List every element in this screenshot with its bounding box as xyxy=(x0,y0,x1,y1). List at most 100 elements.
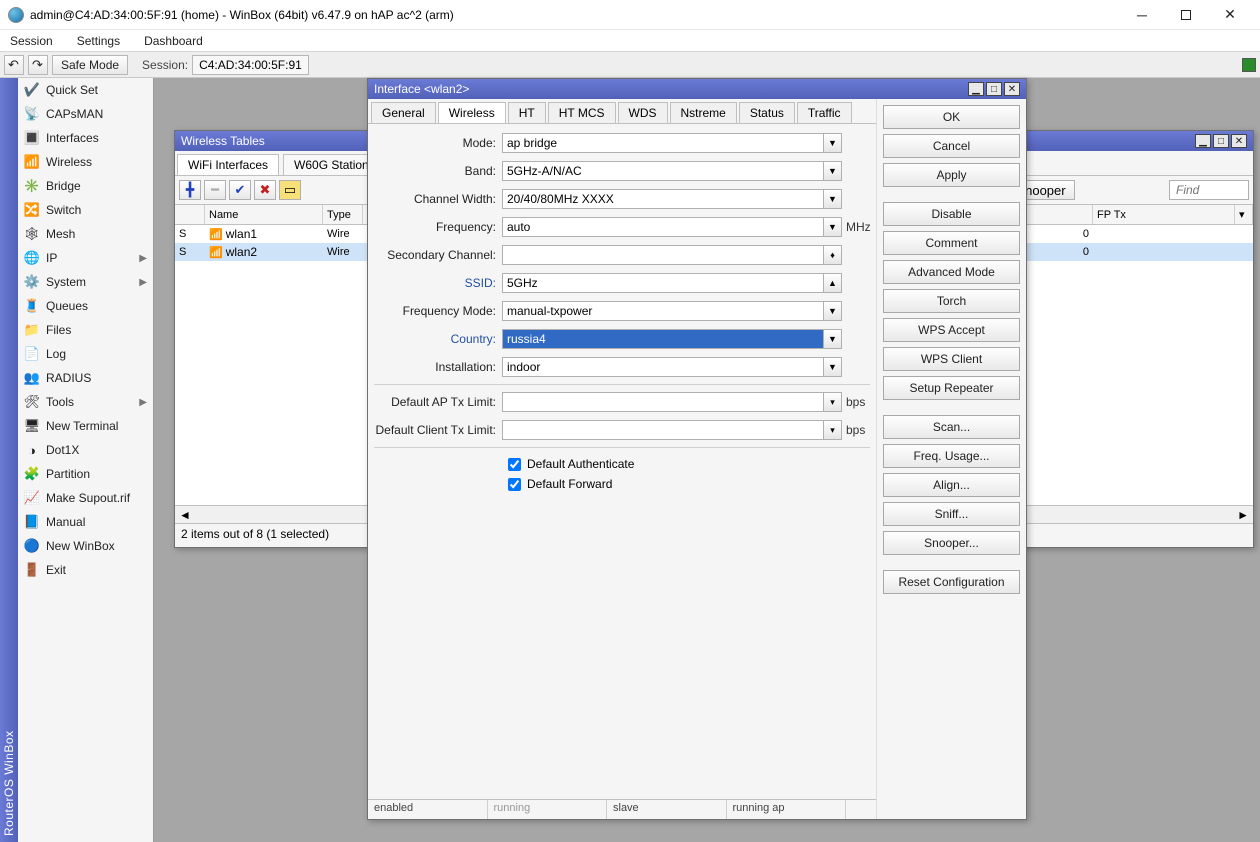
sidebar-item-queues[interactable]: 🧵Queues xyxy=(18,294,153,318)
client-tx-field[interactable] xyxy=(502,420,824,440)
menu-settings[interactable]: Settings xyxy=(73,32,124,50)
chevron-down-icon[interactable]: ▼ xyxy=(824,189,842,209)
add-button[interactable]: ╋ xyxy=(179,180,201,200)
frequency-field[interactable]: auto xyxy=(502,217,824,237)
country-field[interactable]: russia4 xyxy=(502,329,824,349)
chevron-down-icon[interactable]: ▼ xyxy=(824,329,842,349)
sidebar-item-files[interactable]: 📁Files xyxy=(18,318,153,342)
col-fptx[interactable]: FP Tx xyxy=(1093,205,1235,224)
maximize-button[interactable] xyxy=(1164,1,1208,29)
sidebar-item-interfaces[interactable]: 🔳Interfaces xyxy=(18,126,153,150)
chevron-down-icon[interactable]: ▾ xyxy=(824,420,842,440)
scroll-left-icon[interactable]: ◄ xyxy=(179,508,191,522)
ok-button[interactable]: OK xyxy=(883,105,1020,129)
scroll-right-icon[interactable]: ► xyxy=(1237,508,1249,522)
reset-configuration-button[interactable]: Reset Configuration xyxy=(883,570,1020,594)
chevron-down-icon[interactable]: ▼ xyxy=(824,161,842,181)
window-max-icon[interactable]: □ xyxy=(986,82,1002,96)
minimize-button[interactable]: ─ xyxy=(1120,1,1164,29)
sidebar-item-bridge[interactable]: ✳️Bridge xyxy=(18,174,153,198)
tab-wds[interactable]: WDS xyxy=(618,102,668,123)
redo-button[interactable]: ↷ xyxy=(28,55,48,75)
tab-status[interactable]: Status xyxy=(739,102,795,123)
tab-ht-mcs[interactable]: HT MCS xyxy=(548,102,616,123)
advanced-mode-button[interactable]: Advanced Mode xyxy=(883,260,1020,284)
chevron-down-icon[interactable]: ▼ xyxy=(824,301,842,321)
enable-button[interactable]: ✔ xyxy=(229,180,251,200)
sniff-button[interactable]: Sniff... xyxy=(883,502,1020,526)
tab-general[interactable]: General xyxy=(371,102,436,123)
freq-mode-field[interactable]: manual-txpower xyxy=(502,301,824,321)
spinner-icon[interactable]: ♦ xyxy=(824,245,842,265)
chevron-down-icon[interactable]: ▼ xyxy=(824,217,842,237)
window-min-icon[interactable]: ▁ xyxy=(968,82,984,96)
setup-repeater-button[interactable]: Setup Repeater xyxy=(883,376,1020,400)
freq-usage-button[interactable]: Freq. Usage... xyxy=(883,444,1020,468)
installation-field[interactable]: indoor xyxy=(502,357,824,377)
sidebar-item-new-terminal[interactable]: 🖥New Terminal xyxy=(18,414,153,438)
sidebar-item-tools[interactable]: 🛠Tools▶ xyxy=(18,390,153,414)
sidebar-item-manual[interactable]: 📘Manual xyxy=(18,510,153,534)
comment-button[interactable]: Comment xyxy=(883,231,1020,255)
scan-button[interactable]: Scan... xyxy=(883,415,1020,439)
chevron-up-icon[interactable]: ▲ xyxy=(824,273,842,293)
sidebar-item-capsman[interactable]: 📡CAPsMAN xyxy=(18,102,153,126)
align-button[interactable]: Align... xyxy=(883,473,1020,497)
disable-button[interactable]: Disable xyxy=(883,202,1020,226)
sidebar-item-ip[interactable]: 🌐IP▶ xyxy=(18,246,153,270)
ssid-field[interactable]: 5GHz xyxy=(502,273,824,293)
chevron-down-icon[interactable]: ▼ xyxy=(824,133,842,153)
chevron-down-icon[interactable]: ▾ xyxy=(824,392,842,412)
undo-button[interactable]: ↶ xyxy=(4,55,24,75)
sidebar-item-exit[interactable]: 🚪Exit xyxy=(18,558,153,582)
apply-button[interactable]: Apply xyxy=(883,163,1020,187)
sidebar-item-wireless[interactable]: 📶Wireless xyxy=(18,150,153,174)
window-close-icon[interactable]: ✕ xyxy=(1231,134,1247,148)
col-dropdown-icon[interactable]: ▾ xyxy=(1235,205,1253,224)
sidebar-item-radius[interactable]: 👥RADIUS xyxy=(18,366,153,390)
sidebar-item-log[interactable]: 📄Log xyxy=(18,342,153,366)
sidebar-item-new-winbox[interactable]: 🔵New WinBox xyxy=(18,534,153,558)
mode-field[interactable]: ap bridge xyxy=(502,133,824,153)
safe-mode-button[interactable]: Safe Mode xyxy=(52,55,128,75)
cancel-button[interactable]: Cancel xyxy=(883,134,1020,158)
window-close-icon[interactable]: ✕ xyxy=(1004,82,1020,96)
window-max-icon[interactable]: □ xyxy=(1213,134,1229,148)
wps-accept-button[interactable]: WPS Accept xyxy=(883,318,1020,342)
sidebar-item-switch[interactable]: 🔀Switch xyxy=(18,198,153,222)
menu-dashboard[interactable]: Dashboard xyxy=(140,32,207,50)
tab-nstreme[interactable]: Nstreme xyxy=(670,102,737,123)
tab-traffic[interactable]: Traffic xyxy=(797,102,852,123)
menu-session[interactable]: Session xyxy=(6,32,57,50)
tab-wireless[interactable]: Wireless xyxy=(438,102,506,123)
tab-w60g-station[interactable]: W60G Station xyxy=(283,154,380,175)
find-input[interactable] xyxy=(1169,180,1249,200)
sidebar-item-partition[interactable]: 🧩Partition xyxy=(18,462,153,486)
wps-client-button[interactable]: WPS Client xyxy=(883,347,1020,371)
sidebar-item-quick-set[interactable]: ✔️Quick Set xyxy=(18,78,153,102)
sidebar-item-mesh[interactable]: 🕸Mesh xyxy=(18,222,153,246)
sidebar-item-system[interactable]: ⚙️System▶ xyxy=(18,270,153,294)
default-forward-checkbox[interactable] xyxy=(508,478,521,491)
window-titlebar[interactable]: Interface <wlan2> ▁ □ ✕ xyxy=(368,79,1026,99)
col-flag[interactable] xyxy=(175,205,205,224)
default-authenticate-checkbox[interactable] xyxy=(508,458,521,471)
remove-button[interactable]: ━ xyxy=(204,180,226,200)
close-button[interactable]: ✕ xyxy=(1208,1,1252,29)
comment-button[interactable]: ▭ xyxy=(279,180,301,200)
torch-button[interactable]: Torch xyxy=(883,289,1020,313)
tab-ht[interactable]: HT xyxy=(508,102,546,123)
window-min-icon[interactable]: ▁ xyxy=(1195,134,1211,148)
channel-width-field[interactable]: 20/40/80MHz XXXX xyxy=(502,189,824,209)
sidebar-item-dot1x[interactable]: ◑Dot1X xyxy=(18,438,153,462)
tab-wifi-interfaces[interactable]: WiFi Interfaces xyxy=(177,154,279,175)
col-name[interactable]: Name xyxy=(205,205,323,224)
ap-tx-field[interactable] xyxy=(502,392,824,412)
sec-channel-field[interactable] xyxy=(502,245,824,265)
chevron-down-icon[interactable]: ▼ xyxy=(824,357,842,377)
snooper-button[interactable]: Snooper... xyxy=(883,531,1020,555)
band-field[interactable]: 5GHz-A/N/AC xyxy=(502,161,824,181)
sidebar-item-make-supout[interactable]: 📈Make Supout.rif xyxy=(18,486,153,510)
disable-button[interactable]: ✖ xyxy=(254,180,276,200)
col-type[interactable]: Type xyxy=(323,205,363,224)
